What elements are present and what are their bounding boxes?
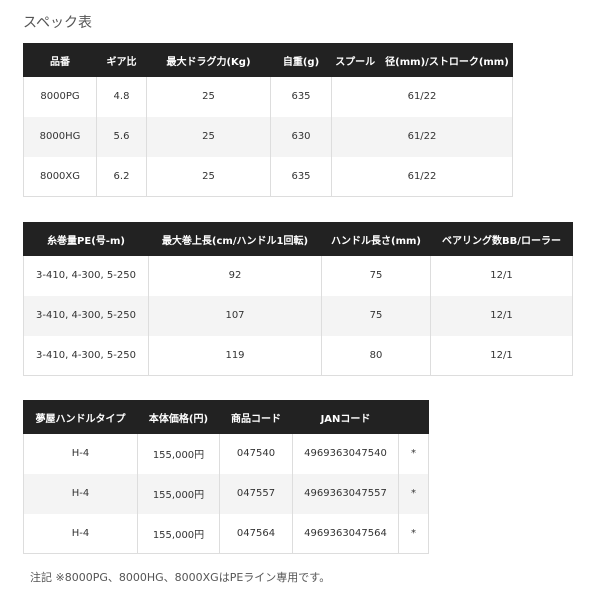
cell-product-code: 047557 <box>219 473 293 514</box>
table-header-row: 糸巻量PE(号-m) 最大巻上長(cm/ハンドル1回転) ハンドル長さ(mm) … <box>23 222 573 256</box>
table-row: 3-410, 4-300, 5-250 92 75 12/1 <box>23 255 573 296</box>
cell-handle-length: 80 <box>321 335 431 376</box>
header-gear-ratio: ギア比 <box>96 43 147 77</box>
cell-bearings: 12/1 <box>430 255 573 296</box>
cell-line-capacity: 3-410, 4-300, 5-250 <box>23 335 149 376</box>
table-row: 8000PG 4.8 25 635 61/22 <box>23 76 513 117</box>
cell-jan-code: 4969363047557 <box>292 473 399 514</box>
cell-handle-length: 75 <box>321 255 431 296</box>
table-row: H-4 155,000円 047540 4969363047540 * <box>23 433 429 474</box>
cell-handle-length: 75 <box>321 295 431 336</box>
header-weight: 自重(g) <box>270 43 332 77</box>
cell-max-drag: 25 <box>146 76 271 117</box>
cell-retrieve: 92 <box>148 255 322 296</box>
table-row: H-4 155,000円 047564 4969363047564 * <box>23 513 429 554</box>
cell-gear-ratio: 4.8 <box>96 76 147 117</box>
cell-model: 8000HG <box>23 116 97 157</box>
cell-gear-ratio: 5.6 <box>96 116 147 157</box>
cell-model: 8000XG <box>23 156 97 197</box>
cell-weight: 630 <box>270 116 332 157</box>
table-row: 3-410, 4-300, 5-250 107 75 12/1 <box>23 295 573 336</box>
cell-model: 8000PG <box>23 76 97 117</box>
cell-bearings: 12/1 <box>430 295 573 336</box>
header-handle-type: 夢屋ハンドルタイプ <box>23 400 138 434</box>
cell-spool: 61/22 <box>331 156 513 197</box>
header-line-capacity: 糸巻量PE(号-m) <box>23 222 149 256</box>
spec-table-line: 糸巻量PE(号-m) 最大巻上長(cm/ハンドル1回転) ハンドル長さ(mm) … <box>23 222 573 376</box>
header-spool: スプール 径(mm)/ストローク(mm) <box>331 43 513 77</box>
cell-jan-code: 4969363047564 <box>292 513 399 554</box>
cell-mark: * <box>398 433 429 474</box>
cell-bearings: 12/1 <box>430 335 573 376</box>
cell-price: 155,000円 <box>137 433 220 474</box>
page-title: スペック表 <box>23 15 93 31</box>
cell-handle-type: H-4 <box>23 513 138 554</box>
table-row: 3-410, 4-300, 5-250 119 80 12/1 <box>23 335 573 376</box>
cell-weight: 635 <box>270 156 332 197</box>
cell-product-code: 047540 <box>219 433 293 474</box>
header-jan-code: JANコード <box>292 400 399 434</box>
header-mark <box>398 400 429 434</box>
header-max-drag: 最大ドラグ力(Kg) <box>146 43 271 77</box>
cell-mark: * <box>398 513 429 554</box>
table-row: 8000XG 6.2 25 635 61/22 <box>23 156 513 197</box>
cell-max-drag: 25 <box>146 116 271 157</box>
cell-line-capacity: 3-410, 4-300, 5-250 <box>23 255 149 296</box>
spec-table-basic: 品番 ギア比 最大ドラグ力(Kg) 自重(g) スプール 径(mm)/ストローク… <box>23 43 513 197</box>
spec-table-price: 夢屋ハンドルタイプ 本体価格(円) 商品コード JANコード H-4 155,0… <box>23 400 429 554</box>
cell-line-capacity: 3-410, 4-300, 5-250 <box>23 295 149 336</box>
cell-price: 155,000円 <box>137 513 220 554</box>
cell-retrieve: 107 <box>148 295 322 336</box>
table-header-row: 夢屋ハンドルタイプ 本体価格(円) 商品コード JANコード <box>23 400 429 434</box>
cell-retrieve: 119 <box>148 335 322 376</box>
header-product-code: 商品コード <box>219 400 293 434</box>
cell-spool: 61/22 <box>331 76 513 117</box>
cell-max-drag: 25 <box>146 156 271 197</box>
cell-jan-code: 4969363047540 <box>292 433 399 474</box>
cell-handle-type: H-4 <box>23 433 138 474</box>
cell-price: 155,000円 <box>137 473 220 514</box>
cell-gear-ratio: 6.2 <box>96 156 147 197</box>
header-retrieve: 最大巻上長(cm/ハンドル1回転) <box>148 222 322 256</box>
cell-handle-type: H-4 <box>23 473 138 514</box>
header-bearings: ベアリング数BB/ローラー <box>430 222 573 256</box>
cell-product-code: 047564 <box>219 513 293 554</box>
header-model: 品番 <box>23 43 97 77</box>
cell-spool: 61/22 <box>331 116 513 157</box>
header-price: 本体価格(円) <box>137 400 220 434</box>
cell-weight: 635 <box>270 76 332 117</box>
footnote: 注記 ※8000PG、8000HG、8000XGはPEライン専用です。 <box>30 571 331 584</box>
header-handle-length: ハンドル長さ(mm) <box>321 222 431 256</box>
table-header-row: 品番 ギア比 最大ドラグ力(Kg) 自重(g) スプール 径(mm)/ストローク… <box>23 43 513 77</box>
table-row: H-4 155,000円 047557 4969363047557 * <box>23 473 429 514</box>
cell-mark: * <box>398 473 429 514</box>
table-row: 8000HG 5.6 25 630 61/22 <box>23 116 513 157</box>
